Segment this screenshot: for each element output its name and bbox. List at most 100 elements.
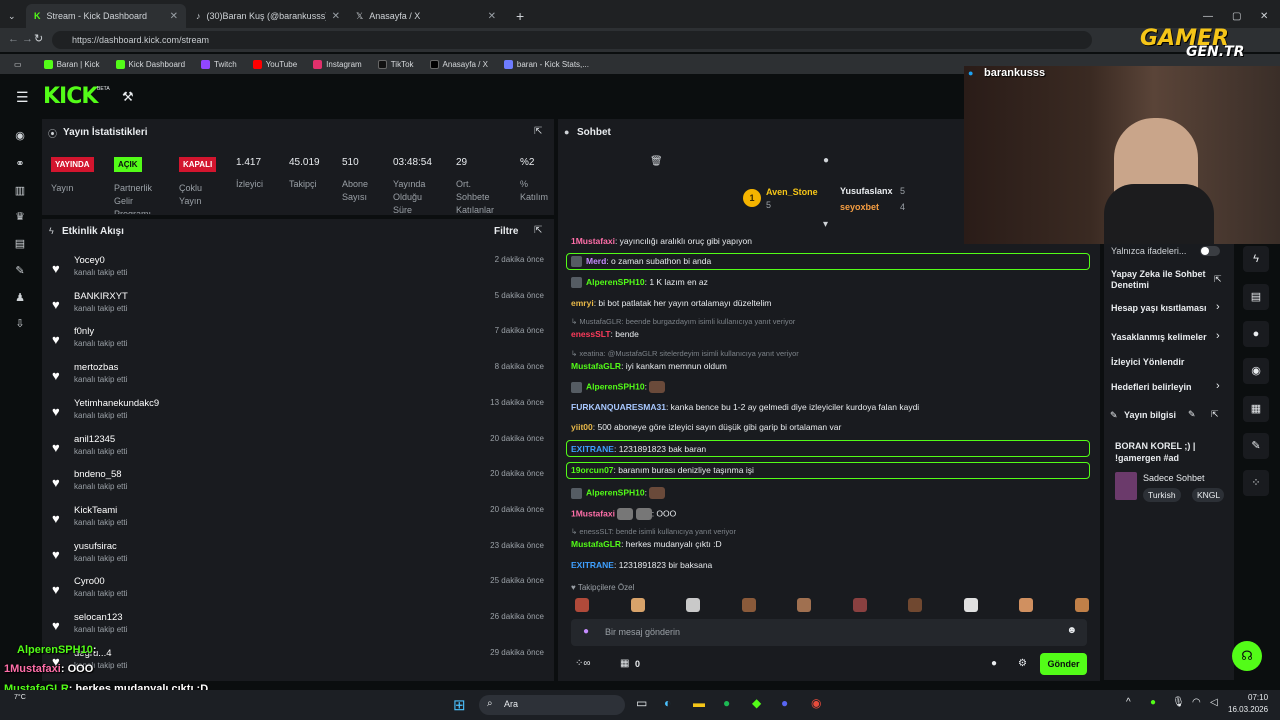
new-tab-button[interactable]: + bbox=[508, 4, 532, 28]
bookmark-item[interactable]: Baran | Kick bbox=[38, 59, 106, 69]
minimize-button[interactable]: — bbox=[1195, 4, 1221, 28]
chat-message[interactable]: Merd: o zaman subathon bi anda bbox=[571, 256, 711, 268]
chat-username[interactable]: AlperenSPH10 bbox=[586, 381, 645, 391]
chat-username[interactable]: AlperenSPH10 bbox=[586, 277, 645, 287]
quick-action-chat-icon[interactable]: ● bbox=[1243, 321, 1269, 347]
chat-username[interactable]: AlperenSPH10 bbox=[586, 487, 645, 497]
emote-icon[interactable] bbox=[908, 598, 922, 612]
popout-icon[interactable]: ⇱ bbox=[1211, 409, 1219, 420]
spotify-icon[interactable]: ● bbox=[723, 696, 730, 710]
activity-item[interactable]: ♥ f0nly kanalı takip etti 7 dakika önce bbox=[52, 326, 552, 362]
popout-icon[interactable]: ⇱ bbox=[534, 225, 542, 236]
trash-icon[interactable]: 🗑 bbox=[650, 156, 663, 167]
tag[interactable]: KNGL bbox=[1192, 488, 1224, 502]
chat-username[interactable]: FURKANQUARESMA31 bbox=[571, 402, 666, 412]
tab-list-button[interactable]: ⌄ bbox=[0, 4, 24, 28]
emoji-icon[interactable]: ☻ bbox=[1066, 625, 1077, 636]
chat-input[interactable]: ● Bir mesaj gönderin ☻ bbox=[571, 619, 1087, 646]
chat-message[interactable]: MustafaGLR: herkes mudanyalı çıktı :D bbox=[571, 539, 722, 549]
emote-icon[interactable] bbox=[686, 598, 700, 612]
activity-item[interactable]: ♥ yusufsirac kanalı takip etti 23 dakika ön… bbox=[52, 541, 552, 577]
filter-button[interactable]: Filtre bbox=[494, 226, 518, 237]
tab-tiktok[interactable]: ♪ (30)Baran Kuş (@barankusss) | TikT ✕ bbox=[188, 4, 348, 28]
tag[interactable]: Turkish bbox=[1143, 488, 1181, 502]
chat-bubble-icon[interactable]: ● bbox=[823, 155, 829, 166]
windows-start-icon[interactable]: ⊞ bbox=[453, 696, 466, 714]
bookmark-item[interactable]: TikTok bbox=[372, 59, 420, 69]
activity-item[interactable]: ♥ mertozbas kanalı takip etti 8 dakika önce bbox=[52, 362, 552, 398]
broadcast-icon[interactable]: ◉ bbox=[14, 130, 26, 142]
trophy-icon[interactable]: ♛ bbox=[14, 211, 26, 223]
banned-words-item[interactable]: Yasaklanmış kelimeler bbox=[1111, 332, 1207, 343]
chat-username[interactable]: 1Mustafaxi bbox=[571, 508, 615, 518]
activity-item[interactable]: ♥ BANKIRXYT kanalı takip etti 5 dakika önce bbox=[52, 291, 552, 327]
chat-message[interactable]: emryi: bi bot patlatak her yayın ortalam… bbox=[571, 298, 771, 308]
help-button[interactable]: ☊ bbox=[1232, 641, 1262, 671]
chat-username[interactable]: 19orcun07 bbox=[571, 465, 614, 475]
back-icon[interactable]: ← bbox=[8, 33, 19, 45]
link-icon[interactable]: ⚭ bbox=[14, 158, 26, 170]
activity-item[interactable]: ♥ selocan123 kanalı takip etti 26 dakika ön… bbox=[52, 612, 552, 648]
chat-username[interactable]: yiit00 bbox=[571, 422, 593, 432]
tab-kick-dashboard[interactable]: K Stream - Kick Dashboard ✕ bbox=[26, 4, 186, 28]
edit-icon[interactable]: ✎ bbox=[1188, 409, 1196, 420]
emote-icon[interactable] bbox=[797, 598, 811, 612]
ai-moderation-item[interactable]: Yapay Zeka ile Sohbet Denetimi bbox=[1111, 269, 1207, 291]
quick-action-doc-icon[interactable]: ▤ bbox=[1243, 284, 1269, 310]
send-button[interactable]: Gönder bbox=[1040, 653, 1087, 675]
chat-message[interactable]: EXITRANE: 1231891823 bak baran bbox=[571, 444, 706, 454]
emote-icon[interactable] bbox=[852, 598, 867, 612]
emote-icon[interactable] bbox=[1019, 598, 1033, 612]
chat-message[interactable]: AlperenSPH10: bbox=[571, 487, 666, 499]
chat-message[interactable]: 1Mustafaxi : OOO bbox=[571, 508, 676, 520]
activity-item[interactable]: ♥ Yocey0 kanalı takip etti 2 dakika önce bbox=[52, 255, 552, 291]
chat-username[interactable]: emryi bbox=[571, 298, 594, 308]
bookmarks-menu-icon[interactable]: ▭ bbox=[8, 60, 34, 69]
kick-logo[interactable]: KICK bbox=[43, 84, 98, 109]
taskbar-search[interactable]: ⌕ Ara bbox=[479, 695, 625, 715]
points-icon[interactable]: ⁘∞ bbox=[575, 658, 591, 669]
collapse-icon[interactable]: ▾ bbox=[823, 219, 828, 230]
chat-message[interactable]: MustafaGLR: iyi kankam memnun oldum bbox=[571, 361, 727, 371]
maximize-button[interactable]: ▢ bbox=[1224, 4, 1249, 28]
forward-icon[interactable]: → bbox=[22, 33, 33, 45]
chat-username[interactable]: 1Mustafaxi bbox=[571, 236, 615, 246]
upload-icon[interactable]: ⇩ bbox=[14, 318, 26, 330]
tab-x[interactable]: 𝕏 Anasayfa / X ✕ bbox=[348, 4, 504, 28]
quick-action-broadcast-icon[interactable]: ◉ bbox=[1243, 358, 1269, 384]
wrench-icon[interactable]: ✎ bbox=[14, 265, 26, 277]
set-goals-item[interactable]: Hedefleri belirleyin bbox=[1111, 382, 1192, 393]
reload-icon[interactable]: ↻ bbox=[34, 32, 43, 45]
close-icon[interactable]: ✕ bbox=[170, 11, 178, 22]
popout-icon[interactable]: ⇱ bbox=[534, 126, 542, 137]
tray-app-icon[interactable]: ● bbox=[1150, 697, 1156, 708]
folder-icon[interactable]: ▬ bbox=[693, 696, 705, 710]
chat-username[interactable]: EXITRANE bbox=[571, 444, 614, 454]
account-age-item[interactable]: Hesap yaşı kısıtlaması bbox=[1111, 303, 1207, 314]
chat-username[interactable]: MustafaGLR bbox=[571, 539, 621, 549]
chrome-icon[interactable]: ◉ bbox=[811, 696, 821, 710]
close-window-button[interactable]: ✕ bbox=[1252, 4, 1276, 28]
analytics-icon[interactable]: ▥ bbox=[14, 185, 26, 197]
bookmark-item[interactable]: Kick Dashboard bbox=[110, 59, 191, 69]
wifi-icon[interactable]: ◠ bbox=[1192, 697, 1201, 708]
taskview-icon[interactable]: ▭ bbox=[636, 696, 647, 710]
chat-username[interactable]: enessSLT bbox=[571, 329, 611, 339]
microphone-tray-icon[interactable]: 🎙 bbox=[1172, 697, 1185, 708]
tools-icon[interactable]: ⚒ bbox=[122, 89, 134, 105]
quick-action-wrench-icon[interactable]: ✎ bbox=[1243, 433, 1269, 459]
app-icon[interactable]: ◆ bbox=[752, 696, 761, 710]
close-icon[interactable]: ✕ bbox=[332, 11, 340, 22]
video-icon[interactable]: ▤ bbox=[14, 238, 26, 250]
tray-chevron-icon[interactable]: ^ bbox=[1126, 697, 1131, 708]
hamburger-menu-icon[interactable]: ☰ bbox=[16, 89, 29, 106]
emote-icon[interactable] bbox=[963, 598, 978, 612]
chat-message[interactable]: AlperenSPH10: bbox=[571, 381, 666, 393]
activity-item[interactable]: ♥ degru...4 kanalı takip etti 29 dakika önc… bbox=[52, 648, 552, 684]
chat-message[interactable]: 1Mustafaxi: yayıncılığı aralıklı oruç gi… bbox=[571, 236, 752, 246]
chat-message[interactable]: enessSLT: bende bbox=[571, 329, 639, 339]
chat-username[interactable]: MustafaGLR bbox=[571, 361, 621, 371]
activity-item[interactable]: ♥ anil12345 kanalı takip etti 20 dakika önc… bbox=[52, 434, 552, 470]
users-icon[interactable]: ♟ bbox=[14, 292, 26, 304]
host-viewers-item[interactable]: İzleyici Yönlendir bbox=[1111, 357, 1184, 368]
